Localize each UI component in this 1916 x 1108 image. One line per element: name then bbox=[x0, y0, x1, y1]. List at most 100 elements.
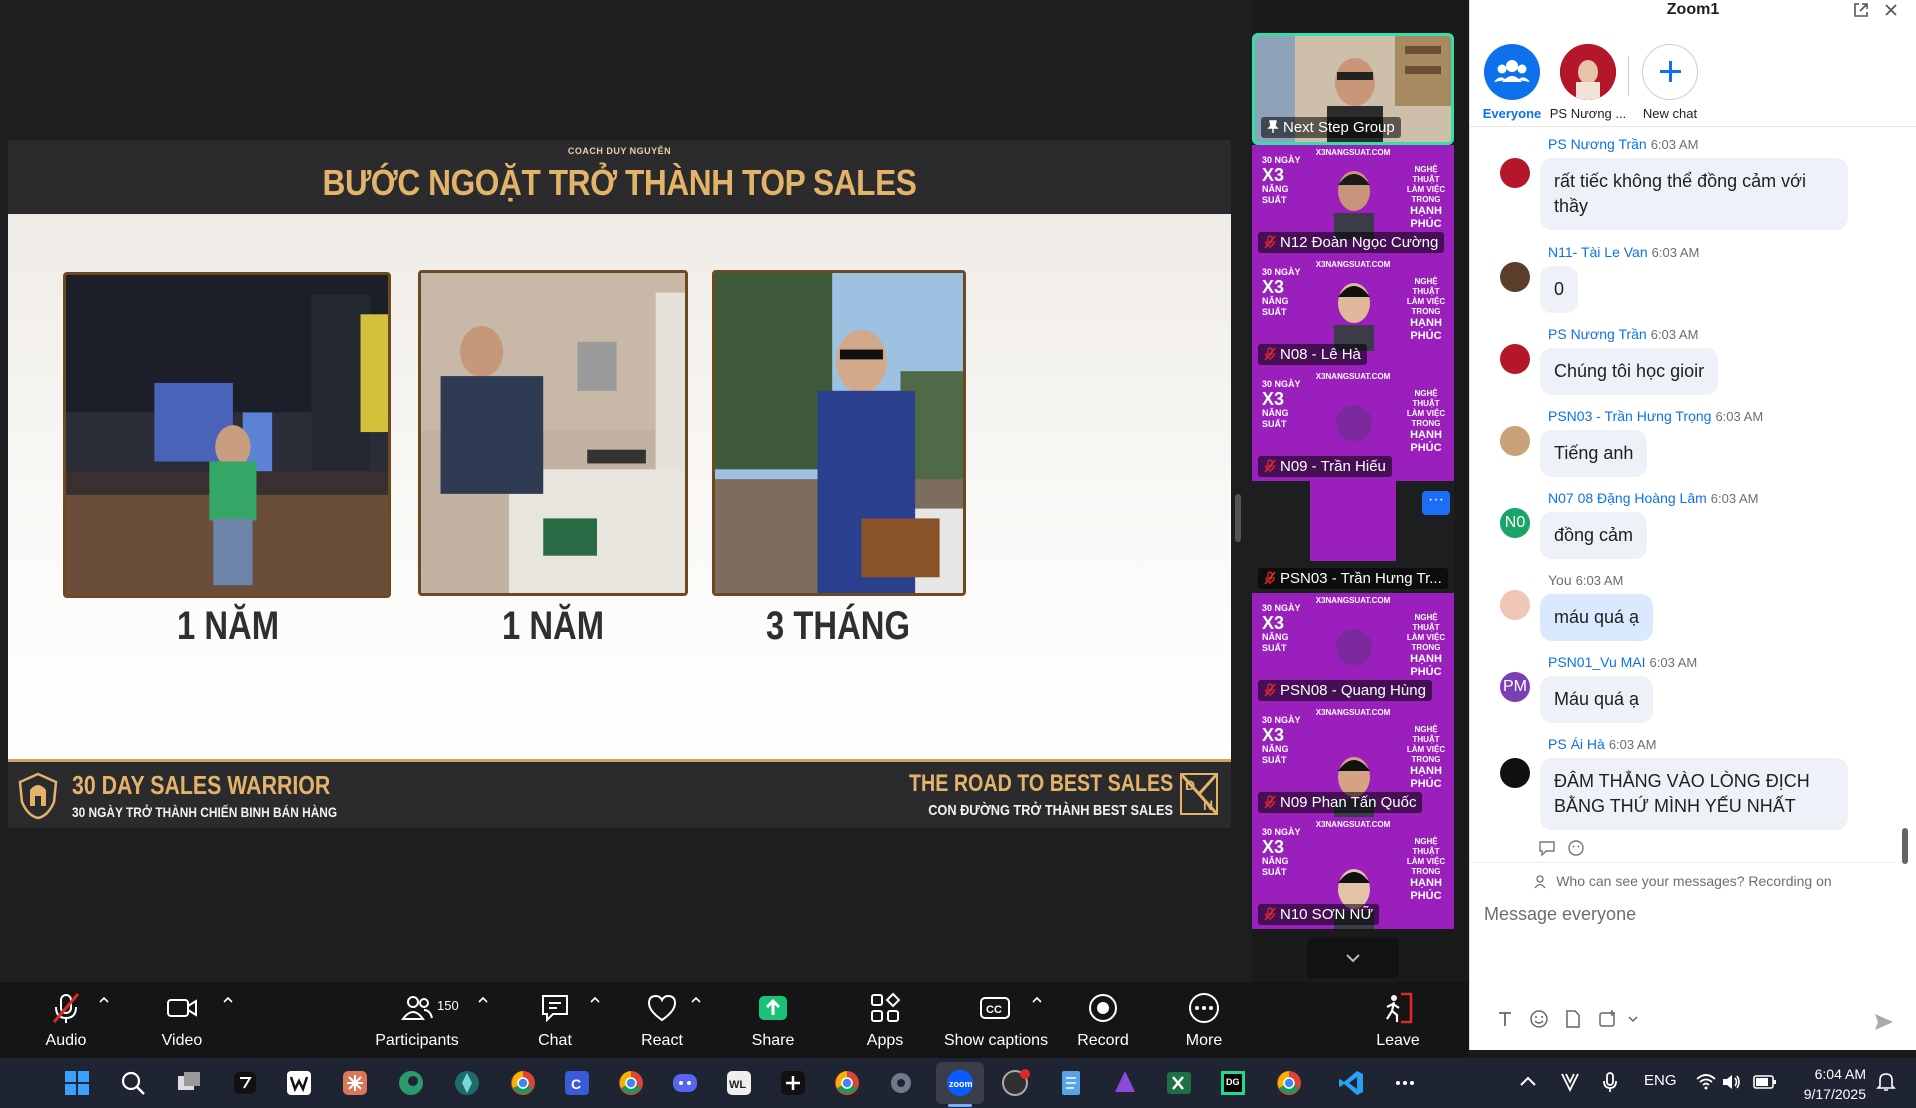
chat-message[interactable]: PSN03 - Trần Hưng Trọng 6:03 AM Tiếng anh bbox=[1490, 408, 1890, 478]
video-tile-participant[interactable]: X3NANGSUAT.COM 30 NGÀY X3 NĂNG SUẤT NGHỆ THUẬ… bbox=[1252, 593, 1454, 705]
message-bubble[interactable]: ĐÂM THẲNG VÀO LÒNG ĐỊCH BẰNG THỨ MÌNH YẾ… bbox=[1540, 758, 1848, 830]
app-black-icon[interactable] bbox=[230, 1068, 260, 1098]
sender-name[interactable]: PS Ái Hà bbox=[1548, 736, 1605, 752]
avatar[interactable]: N0 bbox=[1500, 508, 1530, 538]
recipient-ps-nuong[interactable]: PS Nương ... bbox=[1548, 44, 1628, 121]
message-bubble[interactable]: Chúng tôi học gioir bbox=[1540, 348, 1719, 395]
wifi-icon[interactable] bbox=[1694, 1070, 1718, 1094]
audio-options-caret-icon[interactable] bbox=[98, 994, 110, 1006]
avatar[interactable]: PM bbox=[1500, 672, 1530, 702]
sender-name[interactable]: PSN03 - Trần Hưng Trọng bbox=[1548, 408, 1711, 424]
chat-message[interactable]: PM PSN01_Vu MAI 6:03 AM Máu quá ạ bbox=[1490, 654, 1890, 724]
sender-name[interactable]: N07 08 Đặng Hoàng Lâm bbox=[1548, 490, 1707, 506]
chrome-profile-3-icon[interactable] bbox=[1274, 1068, 1304, 1098]
close-icon[interactable] bbox=[1882, 1, 1900, 19]
zoom-icon[interactable]: zoom bbox=[945, 1068, 975, 1098]
leave-button[interactable]: Leave bbox=[1368, 990, 1428, 1054]
video-tile-participant[interactable]: X3NANGSUAT.COM 30 NGÀY X3 NĂNG SUẤT NGHỆ THUẬ… bbox=[1252, 705, 1454, 817]
video-tile-participant[interactable]: X3NANGSUAT.COM 30 NGÀY X3 NĂNG SUẤT NGHỆ THUẬ… bbox=[1252, 369, 1454, 481]
more-apps-icon[interactable] bbox=[1390, 1068, 1420, 1098]
react-button[interactable]: React bbox=[632, 990, 692, 1054]
chat-button[interactable]: Chat bbox=[525, 990, 585, 1054]
recipient-everyone[interactable]: Everyone bbox=[1472, 44, 1552, 121]
datagrip-icon[interactable]: DG bbox=[1218, 1068, 1248, 1098]
chevron-down-icon[interactable] bbox=[1622, 1008, 1644, 1030]
canva-icon[interactable]: C bbox=[562, 1068, 592, 1098]
video-tile-participant[interactable]: X3NANGSUAT.COM 30 NGÀY X3 NĂNG SUẤT NGHỆ THUẬ… bbox=[1252, 257, 1454, 369]
sender-name[interactable]: PS Nương Trần bbox=[1548, 136, 1647, 152]
video-tile-participant[interactable]: ··· PSN03 - Trần Hưng Tr... bbox=[1252, 481, 1454, 593]
notification-bell-icon[interactable] bbox=[1874, 1070, 1898, 1094]
capcut-icon[interactable] bbox=[284, 1068, 314, 1098]
obs-icon[interactable] bbox=[1000, 1068, 1030, 1098]
message-bubble[interactable]: Máu quá ạ bbox=[1540, 676, 1654, 723]
message-actions[interactable] bbox=[1538, 838, 1598, 858]
chevron-up-icon[interactable] bbox=[1516, 1070, 1540, 1094]
tile-more-options-button[interactable]: ··· bbox=[1422, 491, 1450, 515]
participants-options-caret-icon[interactable] bbox=[477, 994, 489, 1006]
avatar[interactable] bbox=[1500, 158, 1530, 188]
message-bubble[interactable]: đồng cảm bbox=[1540, 512, 1648, 559]
share-button[interactable]: Share bbox=[743, 990, 803, 1054]
video-tile-participant[interactable]: X3NANGSUAT.COM 30 NGÀY X3 NĂNG SUẤT NGHỆ THUẬ… bbox=[1252, 145, 1454, 257]
capcut-editor-icon[interactable] bbox=[778, 1068, 808, 1098]
claude-icon[interactable] bbox=[340, 1068, 370, 1098]
battery-icon[interactable] bbox=[1752, 1070, 1778, 1094]
chat-message[interactable]: You 6:03 AM máu quá ạ bbox=[1490, 572, 1890, 642]
new-chat-button[interactable]: New chat bbox=[1630, 44, 1710, 121]
react-options-caret-icon[interactable] bbox=[690, 994, 702, 1006]
vscode-icon[interactable] bbox=[1336, 1068, 1366, 1098]
privacy-notice[interactable]: Who can see your messages? Recording on bbox=[1470, 862, 1896, 898]
captions-options-caret-icon[interactable] bbox=[1031, 994, 1043, 1006]
globe-app-icon[interactable] bbox=[452, 1068, 482, 1098]
emoji-icon[interactable] bbox=[1528, 1008, 1550, 1030]
excel-icon[interactable] bbox=[1164, 1068, 1194, 1098]
edge-dev-icon[interactable] bbox=[396, 1068, 426, 1098]
audio-button[interactable]: Audio bbox=[36, 990, 96, 1054]
chrome-icon[interactable] bbox=[508, 1068, 538, 1098]
chrome-profile-icon[interactable] bbox=[616, 1068, 646, 1098]
video-tile-participant[interactable]: X3NANGSUAT.COM 30 NGÀY X3 NĂNG SUẤT NGHỆ THUẬ… bbox=[1252, 817, 1454, 929]
send-icon[interactable] bbox=[1872, 1010, 1896, 1034]
file-icon[interactable] bbox=[1562, 1008, 1584, 1030]
message-bubble[interactable]: máu quá ạ bbox=[1540, 594, 1654, 641]
more-button[interactable]: More bbox=[1174, 990, 1234, 1054]
avatar[interactable] bbox=[1500, 758, 1530, 788]
chat-scroll-thumb[interactable] bbox=[1902, 828, 1908, 864]
text-format-icon[interactable] bbox=[1494, 1008, 1516, 1030]
chat-options-caret-icon[interactable] bbox=[589, 994, 601, 1006]
video-button[interactable]: Video bbox=[152, 990, 212, 1054]
microphone-icon[interactable] bbox=[1598, 1070, 1622, 1094]
avatar[interactable] bbox=[1500, 344, 1530, 374]
apps-button[interactable]: Apps bbox=[855, 990, 915, 1054]
message-bubble[interactable]: Tiếng anh bbox=[1540, 430, 1648, 477]
split-resize-handle[interactable] bbox=[1235, 494, 1241, 542]
avatar[interactable] bbox=[1500, 262, 1530, 292]
windows-start-icon[interactable] bbox=[62, 1068, 92, 1098]
vpn-icon[interactable] bbox=[1558, 1070, 1582, 1094]
chat-message[interactable]: PS Ái Hà 6:03 AM ĐÂM THẲNG VÀO LÒNG ĐỊCH B… bbox=[1490, 736, 1890, 830]
chat-message[interactable]: PS Nương Trần 6:03 AM rất tiếc không thể đ… bbox=[1490, 136, 1890, 230]
popout-icon[interactable] bbox=[1852, 1, 1870, 19]
sender-name[interactable]: You bbox=[1548, 572, 1572, 588]
record-button[interactable]: Record bbox=[1073, 990, 1133, 1054]
sender-name[interactable]: PSN01_Vu MAI bbox=[1548, 654, 1646, 670]
chat-message-input[interactable]: Message everyone bbox=[1484, 904, 1884, 936]
system-clock[interactable]: 6:04 AM 9/17/2025 bbox=[1804, 1064, 1866, 1104]
wl-app-icon[interactable]: WL bbox=[724, 1068, 754, 1098]
avatar[interactable] bbox=[1500, 590, 1530, 620]
chat-message[interactable]: N0 N07 08 Đặng Hoàng Lâm 6:03 AM đồng cảm bbox=[1490, 490, 1890, 560]
task-view-icon[interactable] bbox=[174, 1068, 204, 1098]
volume-icon[interactable] bbox=[1720, 1070, 1744, 1094]
screenshot-icon[interactable] bbox=[1596, 1008, 1618, 1030]
video-tile-active-speaker[interactable]: Next Step Group bbox=[1252, 33, 1454, 145]
message-bubble[interactable]: rất tiếc không thể đồng cảm với thầy bbox=[1540, 158, 1848, 230]
avatar[interactable] bbox=[1500, 426, 1530, 456]
settings-gear-icon[interactable] bbox=[886, 1068, 916, 1098]
chat-message[interactable]: PS Nương Trần 6:03 AM Chúng tôi học gioir bbox=[1490, 326, 1890, 396]
message-bubble[interactable]: 0 bbox=[1540, 266, 1579, 313]
chat-message[interactable]: N11- Tài Le Van 6:03 AM 0 bbox=[1490, 244, 1890, 314]
sender-name[interactable]: PS Nương Trần bbox=[1548, 326, 1647, 342]
notepad-icon[interactable] bbox=[1056, 1068, 1086, 1098]
sender-name[interactable]: N11- Tài Le Van bbox=[1548, 244, 1648, 260]
